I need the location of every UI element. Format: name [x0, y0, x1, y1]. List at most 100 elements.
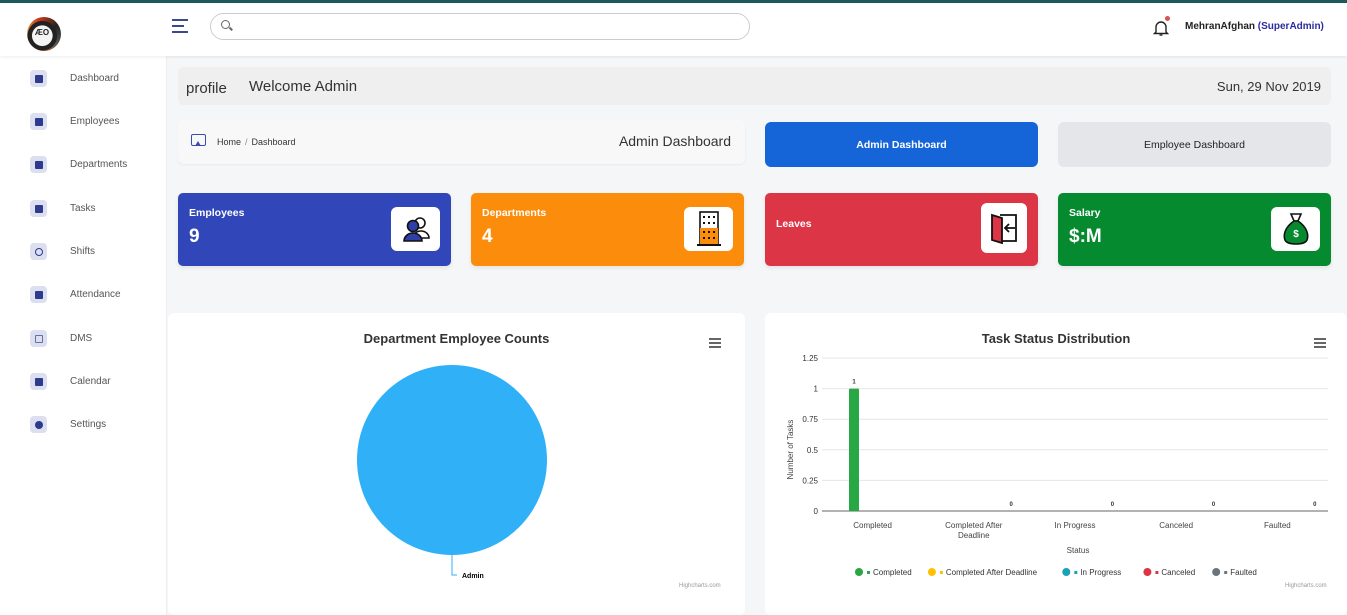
- legend-item: In Progress: [1080, 568, 1121, 577]
- chart-credit[interactable]: Highcharts.com: [679, 583, 721, 589]
- breadcrumb-current: Dashboard: [251, 137, 296, 147]
- x-tick-label: Canceled: [1159, 521, 1193, 530]
- x-tick-label: In Progress: [1055, 521, 1096, 530]
- sidebar-item-label: DMS: [70, 333, 93, 344]
- stat-card-departments[interactable]: Departments 4: [471, 193, 744, 266]
- notification-bell-icon[interactable]: [1152, 16, 1170, 37]
- gear-icon: [30, 416, 47, 433]
- welcome-bar: profile Welcome Admin Sun, 29 Nov 2019: [178, 67, 1331, 105]
- notification-dot: [1165, 16, 1170, 21]
- sidebar-item-label: Settings: [70, 419, 107, 430]
- pie-label: Admin: [462, 573, 484, 580]
- department-chart-card: Department Employee Counts Admin Highcha…: [168, 313, 745, 615]
- search-input[interactable]: [239, 18, 739, 36]
- data-label: 0: [1313, 502, 1317, 508]
- employee-dashboard-button[interactable]: Employee Dashboard: [1058, 122, 1331, 167]
- tasks-icon: [30, 200, 47, 217]
- sidebar-item-tasks[interactable]: Tasks: [0, 194, 167, 224]
- profile-image: profile: [186, 80, 227, 97]
- page-title: Admin Dashboard: [618, 133, 731, 149]
- logo-text: ÆO: [34, 28, 50, 37]
- stat-card-salary[interactable]: Salary $:M $: [1058, 193, 1331, 266]
- sidebar-item-settings[interactable]: Settings: [0, 410, 167, 440]
- legend-swatch: [1224, 571, 1228, 574]
- y-tick-label: 0.75: [802, 415, 818, 424]
- sidebar-item-departments[interactable]: Departments: [0, 150, 167, 180]
- money-bag-icon: $: [1271, 207, 1320, 251]
- legend-item: Completed: [873, 568, 912, 577]
- sidebar-item-label: Shifts: [70, 246, 96, 257]
- legend-marker: [1212, 568, 1221, 576]
- y-tick-label: 0.5: [807, 446, 819, 455]
- stat-label: Salary: [1069, 207, 1101, 219]
- user-role: (SuperAdmin): [1257, 21, 1324, 32]
- user-name: MehranAfghan: [1185, 21, 1255, 32]
- legend-swatch: [1074, 571, 1078, 574]
- data-label: 1: [852, 380, 856, 386]
- x-tick-label: Deadline: [958, 531, 990, 540]
- legend-marker: [855, 568, 863, 576]
- stat-label: Leaves: [776, 218, 812, 230]
- task-chart-card: Task Status Distribution 0 0.25 0.5 0.75 1 1.…: [765, 313, 1347, 615]
- legend-item: Completed After Deadline: [946, 568, 1038, 577]
- legend-marker: [1062, 568, 1071, 576]
- stat-label: Employees: [189, 207, 245, 219]
- stat-value: $:M: [1069, 226, 1102, 247]
- calendar-icon: [30, 373, 47, 390]
- sidebar-item-attendance[interactable]: Attendance: [0, 280, 167, 310]
- breadcrumb-home[interactable]: Home: [217, 137, 241, 147]
- stat-card-employees[interactable]: Employees 9: [178, 193, 451, 266]
- departments-icon: [30, 156, 47, 173]
- stat-value: 9: [189, 226, 200, 247]
- employees-icon: [30, 113, 47, 130]
- stat-card-leaves[interactable]: Leaves: [765, 193, 1038, 266]
- legend-marker: [1143, 568, 1152, 576]
- menu-toggle-icon[interactable]: [172, 19, 188, 33]
- sidebar-item-dashboard[interactable]: Dashboard: [0, 64, 167, 94]
- search-box[interactable]: [210, 13, 750, 40]
- legend-swatch: [1155, 571, 1159, 574]
- legend-item: Faulted: [1230, 568, 1257, 577]
- building-icon: [684, 207, 733, 251]
- breadcrumb-card: Home / Dashboard Admin Dashboard: [178, 120, 745, 164]
- x-tick-label: Completed: [853, 521, 892, 530]
- monitor-icon: [191, 134, 206, 146]
- legend-item: Canceled: [1161, 568, 1195, 577]
- y-tick-label: 1: [814, 385, 819, 394]
- admin-dashboard-button[interactable]: Admin Dashboard: [765, 122, 1038, 167]
- x-tick-label: Faulted: [1264, 521, 1291, 530]
- sidebar-item-calendar[interactable]: Calendar: [0, 367, 167, 397]
- logo[interactable]: ÆO: [27, 17, 61, 51]
- sidebar-item-dms[interactable]: DMS: [0, 324, 167, 354]
- legend-swatch: [867, 571, 870, 574]
- data-label: 0: [1212, 502, 1216, 508]
- chart-credit[interactable]: Highcharts.com: [1285, 583, 1327, 589]
- stat-label: Departments: [482, 207, 547, 219]
- svg-text:$: $: [1293, 229, 1299, 240]
- y-axis-title: Number of Tasks: [786, 420, 795, 480]
- sidebar-item-employees[interactable]: Employees: [0, 107, 167, 137]
- sidebar-item-label: Employees: [70, 116, 120, 127]
- legend-marker: [927, 568, 936, 576]
- sidebar-item-shifts[interactable]: Shifts: [0, 237, 167, 267]
- sidebar-item-label: Tasks: [70, 203, 96, 214]
- breadcrumb-separator: /: [245, 137, 248, 147]
- bar-completed: [849, 388, 859, 511]
- legend-swatch: [939, 571, 943, 574]
- search-icon: [221, 20, 230, 29]
- pie-slice-admin: [357, 365, 547, 555]
- welcome-text: Welcome Admin: [249, 78, 358, 95]
- data-label: 0: [1010, 502, 1014, 508]
- user-menu[interactable]: MehranAfghan (SuperAdmin): [1185, 21, 1324, 32]
- y-tick-label: 1.25: [802, 354, 818, 363]
- sidebar-item-label: Departments: [70, 159, 128, 170]
- clock-icon: [30, 243, 47, 260]
- breadcrumb: Home / Dashboard: [217, 137, 296, 147]
- attendance-icon: [30, 286, 47, 303]
- header: ÆO MehranAfghan (SuperAdmin): [0, 3, 1347, 56]
- pie-chart: Admin: [357, 365, 547, 580]
- sidebar-item-label: Calendar: [70, 376, 111, 387]
- y-tick-label: 0: [814, 507, 819, 516]
- y-tick-label: 0.25: [802, 476, 818, 485]
- bar-chart: 0 0.25 0.5 0.75 1 1.25 Number of Tasks 1 Complet…: [786, 354, 1328, 577]
